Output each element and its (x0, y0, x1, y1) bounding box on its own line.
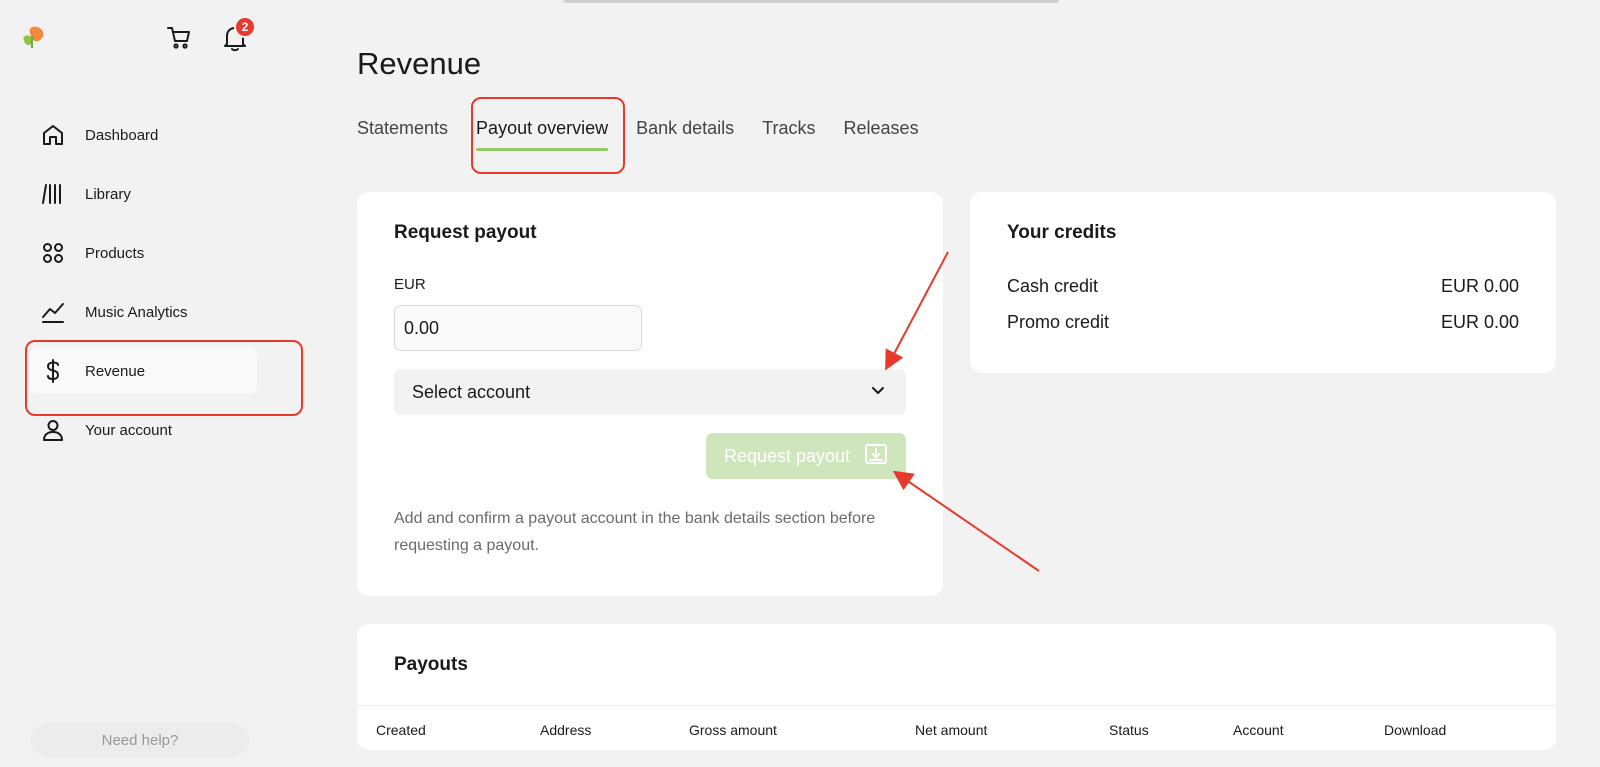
cart-icon[interactable] (166, 24, 192, 50)
credit-row-promo: Promo credit EUR 0.00 (1007, 312, 1519, 333)
column-header-net-amount: Net amount (915, 722, 988, 738)
column-header-gross-amount: Gross amount (689, 722, 777, 738)
column-header-status: Status (1109, 722, 1149, 738)
request-payout-title: Request payout (394, 222, 537, 243)
tab-releases[interactable]: Releases (844, 118, 919, 153)
notifications-button[interactable]: 2 (222, 16, 256, 52)
top-drag-handle (563, 0, 1059, 3)
analytics-icon (40, 299, 66, 325)
credits-card: Your credits Cash credit EUR 0.00 Promo … (970, 192, 1556, 373)
request-payout-button-label: Request payout (723, 445, 851, 466)
column-header-download: Download (1384, 722, 1447, 738)
payouts-card: Payouts Created Address Gross amount Net… (357, 624, 1556, 750)
revenue-annotation-box (25, 340, 303, 416)
logo-icon[interactable] (22, 24, 48, 50)
currency-label: EUR (394, 276, 426, 293)
payout-note: Add and confirm a payout account in the … (394, 510, 876, 554)
credit-value: EUR 0.00 (1440, 276, 1519, 296)
request-payout-card: Request payout EUR Select account Reques… (357, 192, 943, 596)
credits-title: Your credits (1007, 222, 1117, 243)
request-payout-button[interactable]: Request payout (706, 433, 906, 479)
table-divider (357, 705, 1556, 706)
tab-bank-details[interactable]: Bank details (636, 118, 734, 153)
column-header-created: Created (376, 722, 426, 738)
tab-tracks[interactable]: Tracks (762, 118, 815, 153)
user-icon (40, 417, 66, 443)
sidebar-item-music-analytics[interactable]: Music Analytics (30, 289, 260, 335)
select-account-dropdown[interactable]: Select account (394, 369, 906, 415)
sidebar-item-label: Your account (85, 421, 173, 439)
tab-bar: Statements Payout overview Bank details … (357, 118, 919, 153)
sidebar-item-dashboard[interactable]: Dashboard (30, 112, 260, 158)
sidebar-item-label: Products (85, 244, 145, 262)
sidebar-item-label: Library (85, 185, 131, 203)
tab-statements[interactable]: Statements (357, 118, 448, 153)
sidebar-item-library[interactable]: Library (30, 171, 260, 217)
amount-input[interactable] (394, 305, 642, 351)
tab-annotation-box (471, 97, 625, 174)
need-help-button[interactable]: Need help? (31, 722, 249, 758)
select-account-label: Select account (412, 381, 531, 402)
download-tray-icon (864, 443, 888, 470)
column-header-address: Address (540, 722, 592, 738)
page-title: Revenue (357, 46, 482, 81)
products-icon (40, 240, 66, 266)
home-icon (40, 122, 66, 148)
credit-label: Cash credit (1007, 276, 1099, 296)
sidebar-item-products[interactable]: Products (30, 230, 260, 276)
chevron-down-icon (870, 382, 886, 403)
credit-value: EUR 0.00 (1440, 312, 1519, 332)
library-icon (40, 181, 66, 207)
credit-label: Promo credit (1007, 312, 1110, 332)
notification-badge: 2 (234, 16, 256, 38)
sidebar-item-label: Dashboard (85, 126, 159, 144)
payouts-title: Payouts (394, 654, 468, 675)
column-header-account: Account (1233, 722, 1284, 738)
credit-row-cash: Cash credit EUR 0.00 (1007, 276, 1519, 297)
sidebar-item-label: Music Analytics (85, 303, 188, 321)
